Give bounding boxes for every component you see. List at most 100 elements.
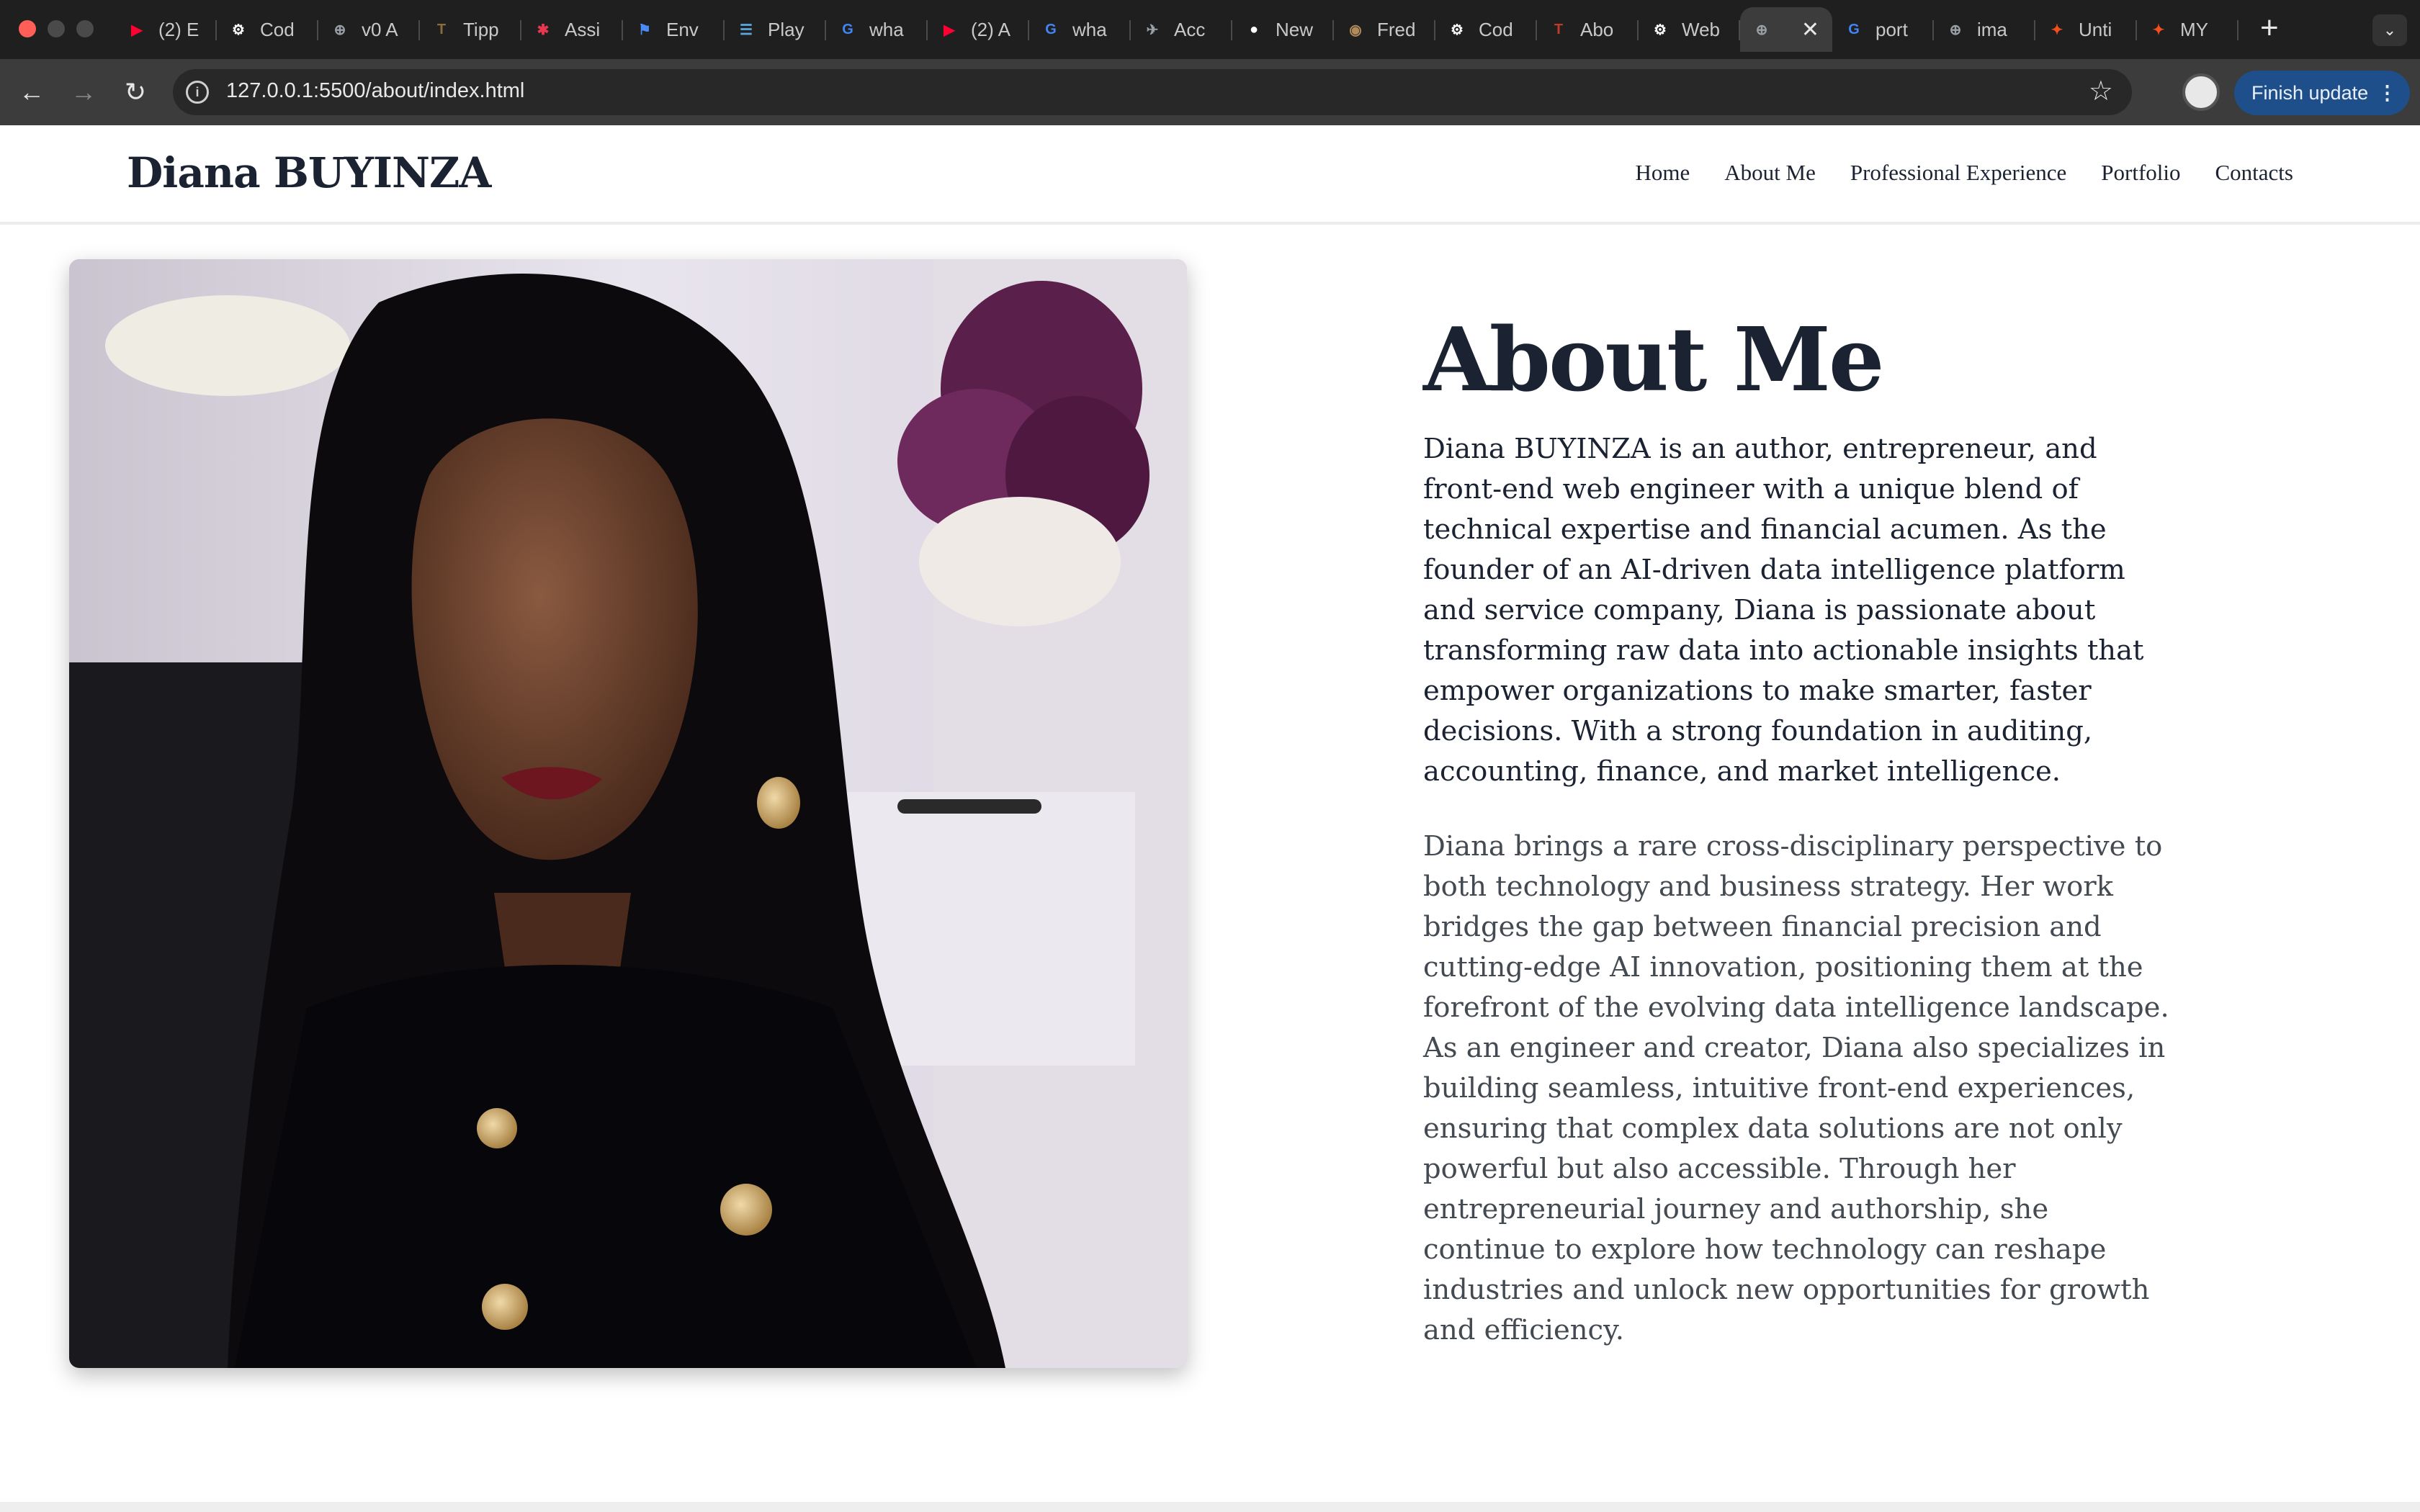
t-logo-icon: T xyxy=(1554,21,1564,37)
fred-icon: ◉ xyxy=(1349,22,1362,38)
globe-icon: ⊕ xyxy=(1949,22,1962,38)
browser-tab[interactable]: ⊕ ima xyxy=(1934,7,2035,52)
minimize-window-button[interactable] xyxy=(48,20,65,37)
tab-label: Unti xyxy=(2079,18,2112,40)
close-tab-icon[interactable]: ✕ xyxy=(1801,17,1819,42)
reload-icon: ↻ xyxy=(124,77,147,107)
tab-label: (2) A xyxy=(971,18,1010,40)
nav-link-professional-experience[interactable]: Professional Experience xyxy=(1850,160,2066,186)
tab-label: Cod xyxy=(260,18,295,40)
google-icon: G xyxy=(1848,21,1860,37)
finish-update-button[interactable]: Finish update ⋮ xyxy=(2234,71,2410,115)
tab-strip: ▶ (2) E ⚙ Cod ⊕ v0 A T Tipp ✱ Assi ⚑ Env ☰ Play Gwha ▶ (… xyxy=(115,7,2238,52)
browser-tab[interactable]: ✦ Unti xyxy=(2035,7,2137,52)
browser-tab[interactable]: ☰ Play xyxy=(725,7,826,52)
about-paragraph-2: Diana brings a rare cross-disciplinary p… xyxy=(1423,830,2169,1346)
nav-link-about-me[interactable]: About Me xyxy=(1724,160,1816,186)
globe-icon: ⊕ xyxy=(1755,22,1768,38)
browser-tab[interactable]: ◉ Fred xyxy=(1334,7,1435,52)
page-footer-divider xyxy=(0,1502,2420,1512)
tab-label: wha xyxy=(869,18,904,40)
site-header: Diana BUYINZA Home About Me Professional… xyxy=(0,125,2420,225)
web-page: Diana BUYINZA Home About Me Professional… xyxy=(0,125,2420,1512)
site-info-icon[interactable]: i xyxy=(186,81,209,104)
flag-icon: ⚑ xyxy=(638,22,651,38)
tab-label: ima xyxy=(1977,18,2007,40)
tab-label: Abo xyxy=(1580,18,1614,40)
tab-label: New xyxy=(1276,18,1314,40)
tab-label: Play xyxy=(768,18,805,40)
reload-button[interactable]: ↻ xyxy=(118,75,153,109)
nav-link-contacts[interactable]: Contacts xyxy=(2215,160,2294,186)
tab-label: Fred xyxy=(1377,18,1416,40)
tab-label: Cod xyxy=(1479,18,1513,40)
url-text[interactable]: 127.0.0.1:5500/about/index.html xyxy=(226,79,524,103)
browser-tab[interactable]: T Tipp xyxy=(420,7,521,52)
tab-label: Env xyxy=(666,18,699,40)
maximize-window-button[interactable] xyxy=(76,20,94,37)
profile-avatar[interactable] xyxy=(2182,73,2220,111)
more-menu-icon: ⋮ xyxy=(2378,81,2397,104)
tab-label: Assi xyxy=(565,18,601,40)
browser-tab[interactable]: Gwha xyxy=(1029,7,1131,52)
openai-icon: ⚙ xyxy=(1451,22,1464,38)
tab-label: (2) E xyxy=(158,18,200,40)
tipp-icon: T xyxy=(436,21,447,37)
tab-label: port xyxy=(1876,18,1908,40)
browser-tab[interactable]: ✦ MY xyxy=(2137,7,2238,52)
browser-tab[interactable]: T Abo xyxy=(1537,7,1639,52)
tab-label: Acc xyxy=(1174,18,1206,40)
tab-label: wha xyxy=(1072,18,1107,40)
browser-tab[interactable]: ✱ Assi xyxy=(521,7,623,52)
nav-link-home[interactable]: Home xyxy=(1636,160,1690,186)
address-bar[interactable]: i 127.0.0.1:5500/about/index.html ☆ xyxy=(173,69,2132,115)
arrow-left-icon: ← xyxy=(19,77,45,107)
close-window-button[interactable] xyxy=(19,20,36,37)
page-title: About Me xyxy=(1423,307,1885,411)
arrow-right-icon: → xyxy=(71,77,97,107)
browser-tab[interactable]: ⊕ ✕ xyxy=(1740,7,1832,52)
site-brand[interactable]: Diana BUYINZA xyxy=(127,148,491,197)
about-section: About Me Diana BUYINZA is an author, ent… xyxy=(1423,305,2172,1351)
tab-search-button[interactable]: ⌄ xyxy=(2372,14,2407,46)
tab-label: v0 A xyxy=(362,18,398,40)
browser-tab[interactable]: ▶ (2) E xyxy=(115,7,217,52)
browser-tab[interactable]: Gwha xyxy=(826,7,928,52)
google-icon: G xyxy=(1045,21,1057,37)
youtube-icon: ▶ xyxy=(944,22,955,38)
asana-icon: ✱ xyxy=(537,22,550,38)
forward-button[interactable]: → xyxy=(66,75,101,109)
github-icon: ● xyxy=(1249,21,1259,37)
browser-tab[interactable]: ⚑ Env xyxy=(623,7,725,52)
browser-tab[interactable]: ⚙ Cod xyxy=(217,7,318,52)
browser-tab[interactable]: ⚙ Cod xyxy=(1435,7,1537,52)
browser-tab[interactable]: ● New xyxy=(1232,7,1334,52)
globe-icon: ⊕ xyxy=(333,22,346,38)
browser-tab[interactable]: ▶ (2) A xyxy=(928,7,1029,52)
back-button[interactable]: ← xyxy=(14,75,49,109)
browser-tab-bar: ▶ (2) E ⚙ Cod ⊕ v0 A T Tipp ✱ Assi ⚑ Env ☰ Play Gwha ▶ (… xyxy=(0,0,2420,59)
tab-label: MY xyxy=(2180,18,2208,40)
nav-link-portfolio[interactable]: Portfolio xyxy=(2101,160,2180,186)
browser-tab[interactable]: Gport xyxy=(1832,7,1934,52)
main-nav: Home About Me Professional Experience Po… xyxy=(1636,160,2294,186)
browser-tab[interactable]: ⚙ Web xyxy=(1639,7,1740,52)
tab-label: Web xyxy=(1682,18,1720,40)
bookmark-star-icon[interactable]: ☆ xyxy=(2089,75,2113,107)
browser-tab[interactable]: ⊕ v0 A xyxy=(318,7,420,52)
browser-tab[interactable]: ✈ Acc xyxy=(1131,7,1232,52)
youtube-icon: ▶ xyxy=(131,22,143,38)
figma-icon: ✦ xyxy=(2152,22,2165,38)
figma-icon: ✦ xyxy=(2051,22,2063,38)
openai-icon: ⚙ xyxy=(1654,22,1667,38)
profile-photo xyxy=(69,259,1187,1368)
plane-icon: ✈ xyxy=(1146,22,1159,38)
openai-icon: ⚙ xyxy=(232,22,245,38)
playwright-icon: ☰ xyxy=(740,22,753,38)
finish-update-label: Finish update xyxy=(2251,81,2369,104)
tab-label: Tipp xyxy=(463,18,499,40)
new-tab-button[interactable]: + xyxy=(2260,10,2279,46)
browser-toolbar: ← → ↻ i 127.0.0.1:5500/about/index.html … xyxy=(0,59,2420,125)
google-icon: G xyxy=(842,21,853,37)
portrait-illustration xyxy=(69,259,1187,1368)
